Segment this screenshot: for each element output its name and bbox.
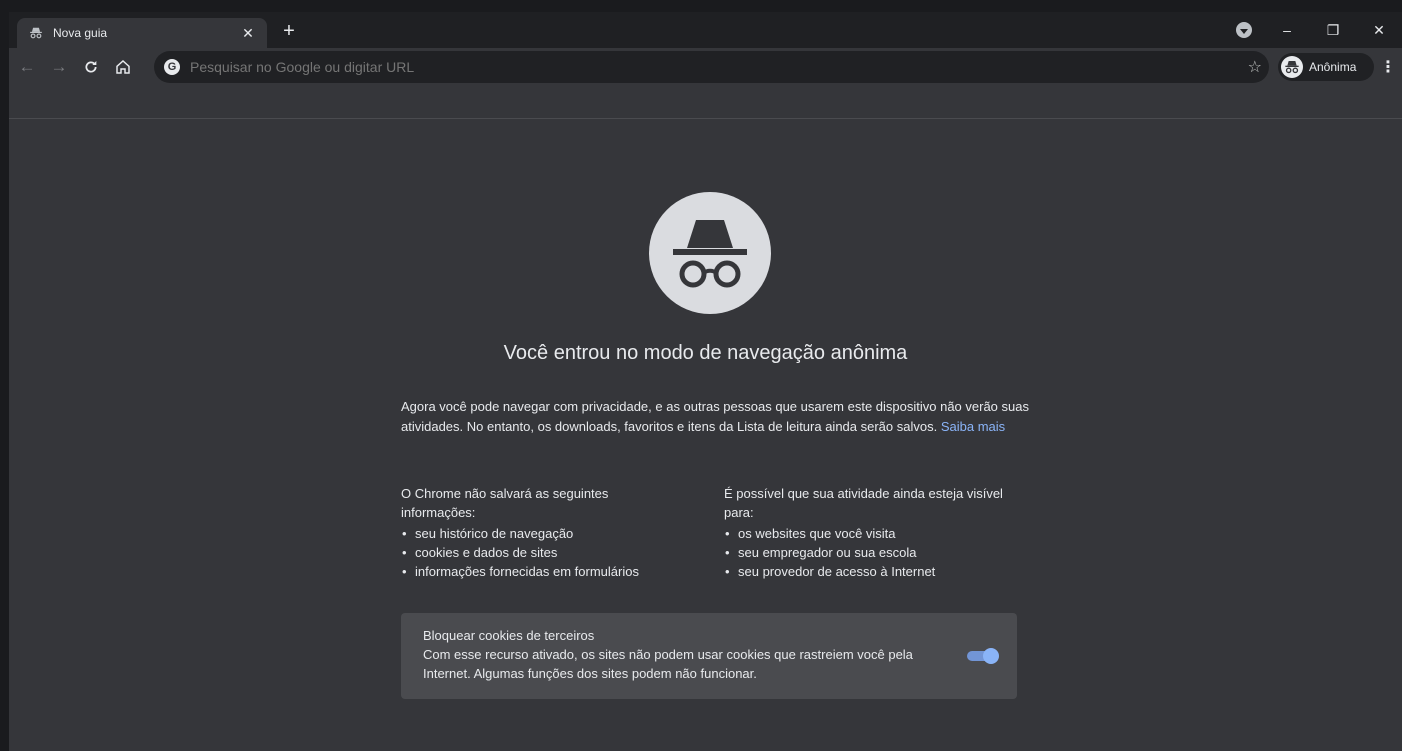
address-input[interactable]	[188, 58, 1092, 76]
list-item: seu provedor de acesso à Internet	[724, 562, 1024, 581]
reload-button[interactable]	[77, 53, 105, 81]
list-item: cookies e dados de sites	[401, 543, 681, 562]
tab-nova-guia[interactable]: Nova guia ✕	[17, 18, 267, 48]
still-visible-heading: É possível que sua atividade ainda estej…	[724, 486, 1003, 520]
close-tab-icon[interactable]: ✕	[239, 25, 257, 42]
home-button[interactable]	[109, 53, 137, 81]
tab-search-icon[interactable]	[1236, 22, 1252, 38]
restore-button[interactable]: ❐	[1310, 12, 1356, 48]
cookie-card-description: Com esse recurso ativado, os sites não p…	[423, 647, 913, 681]
home-icon	[116, 60, 130, 74]
forward-button[interactable]: →	[45, 53, 73, 81]
incognito-avatar-icon	[1281, 56, 1303, 78]
profile-label: Anônima	[1309, 60, 1357, 74]
toggle-knob	[983, 648, 999, 664]
intro-text: Agora você pode navegar com privacidade,…	[401, 397, 1029, 437]
learn-more-link[interactable]: Saiba mais	[941, 419, 1005, 434]
list-item: informações fornecidas em formulários	[401, 562, 681, 581]
menu-button[interactable]: ⋮	[1380, 57, 1396, 77]
new-tab-button[interactable]: +	[277, 20, 301, 44]
intro-paragraph: Agora você pode navegar com privacidade,…	[401, 399, 1029, 434]
not-saved-list: O Chrome não salvará as seguintes inform…	[401, 484, 681, 581]
google-icon: G	[164, 59, 180, 75]
toolbar: ← → G ☆	[9, 48, 1402, 86]
toolbar-divider	[9, 118, 1402, 119]
close-window-button[interactable]: ✕	[1356, 12, 1402, 48]
minimize-button[interactable]: –	[1264, 12, 1310, 48]
back-button[interactable]: ←	[13, 53, 41, 81]
still-visible-list: É possível que sua atividade ainda estej…	[724, 484, 1024, 581]
browser-window: Nova guia ✕ + – ❐ ✕ ← → G ☆	[9, 12, 1402, 751]
list-item: os websites que você visita	[724, 524, 1024, 543]
third-party-cookies-card: Bloquear cookies de terceiros Com esse r…	[401, 613, 1017, 699]
list-item: seu histórico de navegação	[401, 524, 681, 543]
window-controls: – ❐ ✕	[1264, 12, 1402, 48]
incognito-logo-icon	[649, 192, 771, 314]
not-saved-heading: O Chrome não salvará as seguintes inform…	[401, 486, 609, 520]
bookmark-star-icon[interactable]: ☆	[1248, 57, 1262, 77]
omnibox[interactable]: G	[154, 51, 1269, 83]
list-item: seu empregador ou sua escola	[724, 543, 1024, 562]
cookie-card-title: Bloquear cookies de terceiros	[423, 628, 595, 643]
tab-title: Nova guia	[53, 26, 108, 40]
page-title: Você entrou no modo de navegação anônima	[503, 342, 908, 364]
reload-icon	[85, 61, 97, 73]
profile-chip[interactable]: Anônima	[1278, 53, 1374, 81]
block-cookies-toggle[interactable]	[967, 648, 999, 664]
tab-strip: Nova guia ✕ + – ❐ ✕	[9, 12, 1402, 48]
incognito-icon	[27, 24, 45, 42]
